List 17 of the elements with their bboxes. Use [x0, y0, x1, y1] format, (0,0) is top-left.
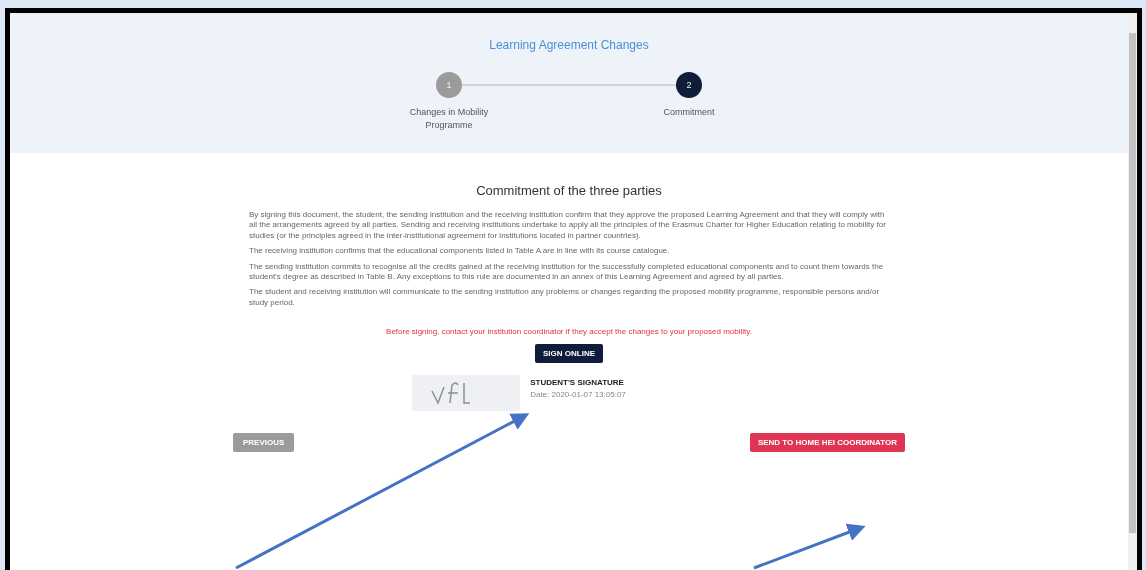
signature-label: STUDENT'S SIGNATURE [530, 378, 625, 388]
step-label: Commitment [662, 106, 716, 119]
scrollbar[interactable] [1128, 13, 1137, 570]
paragraph: By signing this document, the student, the sending institution and the receiving institution confirm that they approve the proposed Learning Agreement and that they will comply with all the arrangements agreed by all parties. Sending and receiving institutions undertake to apply all the principles of the Erasmus Charter for Higher Education relating to mobility for studies (or the principles agreed in the inter-institutional agreement for institutions located in partner countries). [249, 210, 887, 242]
previous-button[interactable]: PREVIOUS [233, 433, 295, 453]
step-label: Changes in Mobility Programme [408, 106, 490, 132]
warning-text: Before signing, contact your institution coordinator if they accept the changes to your proposed mobility. [386, 327, 752, 337]
page-title: Learning Agreement Changes [489, 38, 649, 52]
paragraph: The student and receiving institution will communicate to the sending institution any problems or changes regarding the proposed mobility programme, responsible persons and/or study period. [249, 287, 881, 309]
section-title: Commitment of the three parties [476, 183, 662, 198]
sign-online-button[interactable]: SIGN ONLINE [535, 344, 603, 364]
step-circle[interactable]: 2 [676, 72, 702, 98]
send-button[interactable]: SEND TO HOME HEI COORDINATOR [749, 433, 905, 453]
signature-date: Date: 2020-01-07 13:05:07 [530, 390, 626, 400]
step-circle[interactable]: 1 [436, 72, 462, 98]
paragraph: The sending institution commits to recognise all the credits gained at the receiving institution for the successfully completed educational components and to count them towards the student's degree as described in Table B. Any exceptions to this rule are documented in an annex of this Learning Agreement and agreed by all parties. [249, 261, 885, 283]
paragraph: The receiving institution confirms that the educational components listed in Table A are in line with its course catalogue. [249, 246, 671, 257]
